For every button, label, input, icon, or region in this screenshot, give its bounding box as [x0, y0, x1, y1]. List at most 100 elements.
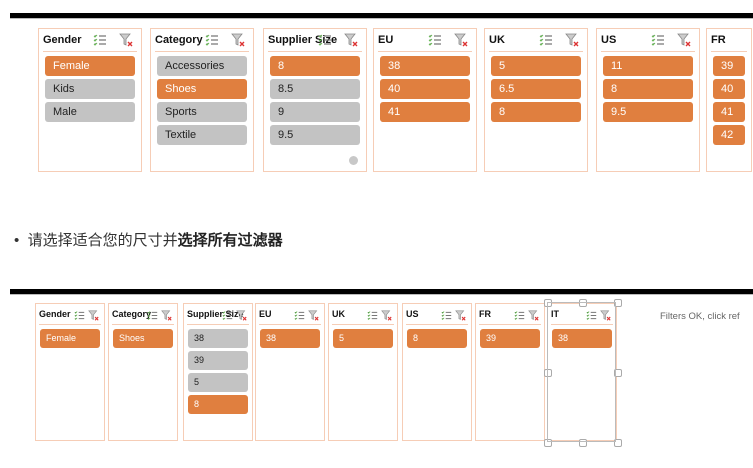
- slicer-item[interactable]: Sports: [157, 102, 247, 122]
- slicer-title: Category: [155, 34, 203, 46]
- slicer-header: US: [601, 29, 695, 52]
- multi-select-icon[interactable]: [74, 308, 85, 320]
- slicer-supplier-size: Supplier Size 38 39 5 8: [183, 303, 253, 441]
- slicer-item[interactable]: 39: [480, 329, 540, 348]
- slicer-title: Category: [112, 309, 152, 319]
- clear-filter-icon[interactable]: [308, 308, 319, 321]
- slicer-title: UK: [332, 309, 345, 319]
- slicer-category: Category Shoes: [108, 303, 178, 441]
- slicer-item[interactable]: Shoes: [157, 79, 247, 99]
- multi-select-icon[interactable]: [441, 308, 452, 320]
- slicer-item[interactable]: 38: [260, 329, 320, 348]
- multi-select-icon[interactable]: [367, 308, 378, 320]
- slicer-eu: EU 38: [255, 303, 325, 441]
- slicer-item[interactable]: Male: [45, 102, 135, 122]
- slicer-us: US 11 8 9.5: [596, 28, 700, 172]
- slicer-item[interactable]: 9.5: [603, 102, 693, 122]
- selection-outline: [547, 302, 616, 442]
- slicer-item[interactable]: Female: [40, 329, 100, 348]
- slicer-item[interactable]: Female: [45, 56, 135, 76]
- slicer-item[interactable]: 9: [270, 102, 360, 122]
- slicer-fr: FR 39 40 41 42: [706, 28, 752, 172]
- slicer-item[interactable]: 8: [270, 56, 360, 76]
- slicer-item[interactable]: 5: [491, 56, 581, 76]
- slicer-title: FR: [479, 309, 491, 319]
- clear-filter-icon[interactable]: [381, 308, 392, 321]
- instruction-bullet: • 请选择适合您的尺寸并选择所有过滤器: [14, 232, 283, 249]
- slicer-item[interactable]: 8: [188, 395, 248, 414]
- clear-filter-icon[interactable]: [236, 308, 247, 321]
- multi-select-icon[interactable]: [294, 308, 305, 320]
- scroll-indicator[interactable]: [349, 156, 358, 165]
- clear-filter-icon[interactable]: [454, 33, 468, 47]
- clear-filter-icon[interactable]: [565, 33, 579, 47]
- slicer-title: EU: [259, 309, 272, 319]
- slicer-item[interactable]: 8: [407, 329, 467, 348]
- clear-filter-icon[interactable]: [677, 33, 691, 47]
- multi-select-icon[interactable]: [651, 33, 665, 47]
- multi-select-icon[interactable]: [93, 33, 107, 47]
- slicer-item[interactable]: Textile: [157, 125, 247, 145]
- slicer-item[interactable]: 38: [188, 329, 248, 348]
- slicer-header: FR: [711, 29, 747, 52]
- slicer-item[interactable]: 38: [380, 56, 470, 76]
- slicer-item[interactable]: 9.5: [270, 125, 360, 145]
- slicer-category: Category Accessories Shoes Sports Textile: [150, 28, 254, 172]
- slicer-header: EU: [259, 304, 321, 325]
- instruction-text: 请选择适合您的尺寸并: [27, 232, 178, 249]
- slicer-item[interactable]: 40: [713, 79, 745, 99]
- slicer-uk: UK 5 6.5 8: [484, 28, 588, 172]
- slicer-title: Gender: [43, 34, 82, 46]
- slicer-title: US: [601, 34, 617, 46]
- slicer-header: Gender: [39, 304, 101, 325]
- slicer-item[interactable]: 8: [603, 79, 693, 99]
- slicer-item[interactable]: 41: [713, 102, 745, 122]
- slicer-uk: UK 5: [328, 303, 398, 441]
- slicer-title: EU: [378, 34, 394, 46]
- multi-select-icon[interactable]: [318, 33, 332, 47]
- slicer-title: FR: [711, 34, 726, 46]
- slicer-item[interactable]: 8: [491, 102, 581, 122]
- slicer-item[interactable]: 39: [188, 351, 248, 370]
- slicer-header: Category: [112, 304, 174, 325]
- slicer-header: UK: [332, 304, 394, 325]
- bottom-divider: [10, 289, 753, 295]
- slicer-header: US: [406, 304, 468, 325]
- slicer-item[interactable]: 40: [380, 79, 470, 99]
- slicer-header: Gender: [43, 29, 137, 52]
- slicer-item[interactable]: 41: [380, 102, 470, 122]
- slicer-supplier-size: Supplier Size 8 8.5 9 9.5: [263, 28, 367, 172]
- clear-filter-icon[interactable]: [119, 33, 133, 47]
- slicer-item[interactable]: 42: [713, 125, 745, 145]
- slicer-header: Supplier Size: [268, 29, 362, 52]
- slicer-item[interactable]: 39: [713, 56, 745, 76]
- multi-select-icon[interactable]: [205, 33, 219, 47]
- slicer-header: FR: [479, 304, 541, 325]
- slicer-item[interactable]: 5: [333, 329, 393, 348]
- slicer-item[interactable]: Kids: [45, 79, 135, 99]
- slicer-item[interactable]: 11: [603, 56, 693, 76]
- slicer-header: UK: [489, 29, 583, 52]
- slicer-item[interactable]: Shoes: [113, 329, 173, 348]
- multi-select-icon[interactable]: [428, 33, 442, 47]
- clear-filter-icon[interactable]: [455, 308, 466, 321]
- multi-select-icon[interactable]: [222, 308, 233, 320]
- clear-filter-icon[interactable]: [161, 308, 172, 321]
- slicer-item[interactable]: Accessories: [157, 56, 247, 76]
- slicer-item[interactable]: 8.5: [270, 79, 360, 99]
- slicer-item[interactable]: 5: [188, 373, 248, 392]
- clear-filter-icon[interactable]: [344, 33, 358, 47]
- status-text: Filters OK, click ref: [660, 311, 740, 322]
- slicer-title: US: [406, 309, 419, 319]
- clear-filter-icon[interactable]: [528, 308, 539, 321]
- clear-filter-icon[interactable]: [231, 33, 245, 47]
- multi-select-icon[interactable]: [514, 308, 525, 320]
- slicer-header: EU: [378, 29, 472, 52]
- slicer-item[interactable]: 6.5: [491, 79, 581, 99]
- multi-select-icon[interactable]: [147, 308, 158, 320]
- multi-select-icon[interactable]: [539, 33, 553, 47]
- slicer-gender: Gender Female Kids Male: [38, 28, 142, 172]
- slicer-us: US 8: [402, 303, 472, 441]
- slicer-eu: EU 38 40 41: [373, 28, 477, 172]
- clear-filter-icon[interactable]: [88, 308, 99, 321]
